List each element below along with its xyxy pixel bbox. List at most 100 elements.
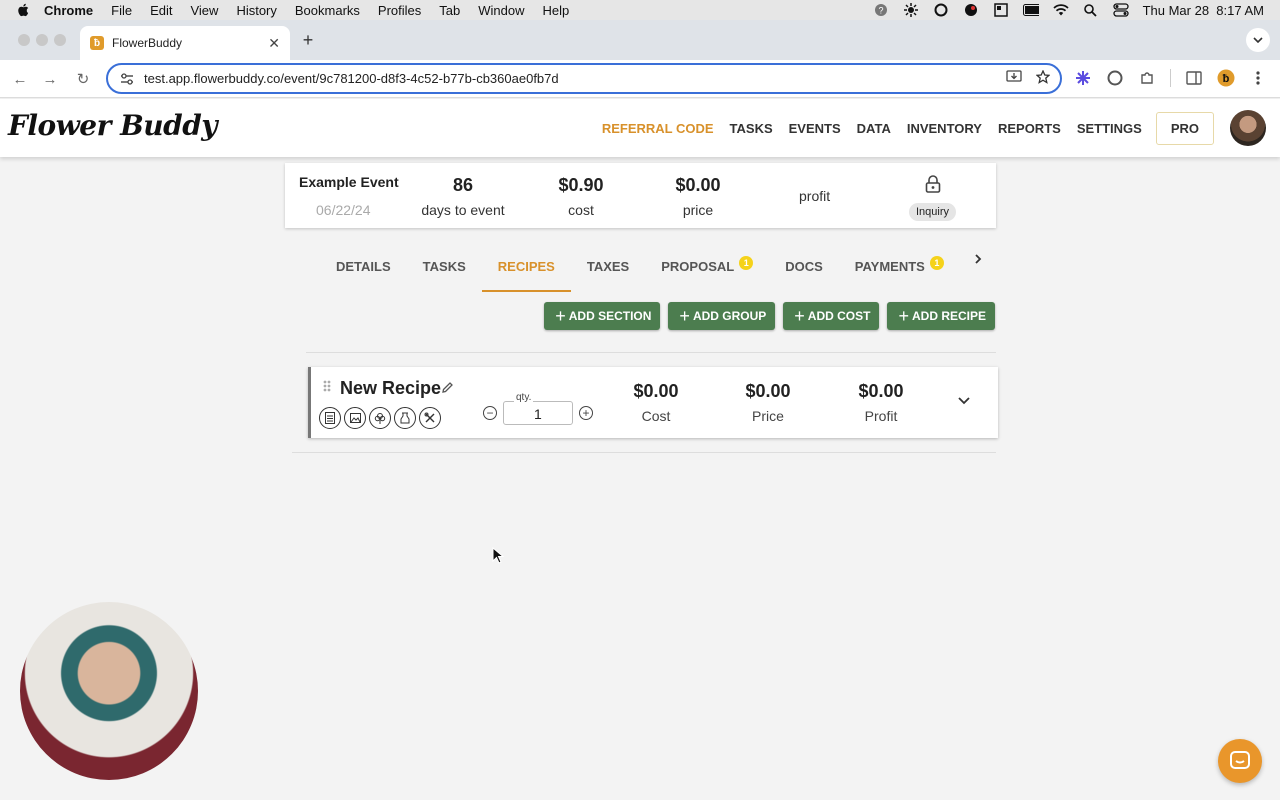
tabs-scroll-right-icon[interactable]: [970, 251, 986, 267]
apple-icon[interactable]: [16, 3, 30, 17]
plus-circle-icon[interactable]: +: [579, 406, 593, 420]
menu-bookmarks[interactable]: Bookmarks: [295, 3, 360, 18]
address-bar[interactable]: test.app.flowerbuddy.co/event/9c781200-d…: [106, 63, 1062, 94]
reload-icon[interactable]: ↻: [73, 69, 93, 89]
add-group-label: ADD GROUP: [692, 309, 767, 323]
nav-settings[interactable]: SETTINGS: [1077, 121, 1142, 136]
browser-toolbar: ← → ↻ test.app.flowerbuddy.co/event/9c78…: [0, 60, 1280, 98]
control-center-icon[interactable]: [1112, 3, 1129, 17]
webcam-overlay: [20, 602, 198, 780]
add-group-button[interactable]: + ADD GROUP: [668, 302, 776, 330]
tab-docs[interactable]: DOCS: [769, 240, 839, 292]
tab-details[interactable]: DETAILS: [320, 240, 407, 292]
nav-tasks[interactable]: TASKS: [730, 121, 773, 136]
svg-text:?: ?: [878, 6, 883, 16]
window-minimize-button[interactable]: [36, 34, 48, 46]
recipe-price-label: Price: [752, 408, 784, 424]
expand-chevron-icon[interactable]: [957, 393, 971, 411]
menu-tab[interactable]: Tab: [439, 3, 460, 18]
extensions-puzzle-icon[interactable]: [1138, 69, 1156, 87]
status-badge[interactable]: Inquiry: [909, 203, 957, 221]
battery-icon[interactable]: [1022, 3, 1039, 17]
tab-proposal[interactable]: PROPOSAL 1: [645, 240, 769, 292]
chrome-menu-kebab-icon[interactable]: [1249, 69, 1267, 87]
nav-referral-code[interactable]: REFERRAL CODE: [602, 121, 714, 136]
install-app-icon[interactable]: [1006, 70, 1022, 87]
window-close-button[interactable]: [18, 34, 30, 46]
payments-badge: 1: [929, 256, 944, 270]
tab-recipes[interactable]: RECIPES: [481, 240, 571, 292]
profile-icon[interactable]: ƀ: [1217, 69, 1235, 87]
bookmark-star-icon[interactable]: [1035, 69, 1051, 87]
recipe-profit-value: $0.00: [858, 381, 904, 401]
add-recipe-label: ADD RECIPE: [911, 309, 986, 323]
menu-file[interactable]: File: [111, 3, 132, 18]
tools-icon[interactable]: [419, 407, 441, 429]
tab-search-chevron-icon[interactable]: [1246, 28, 1270, 52]
flowerbuddy-logo[interactable]: Flower Buddy: [8, 109, 218, 142]
lock-icon[interactable]: [925, 175, 941, 198]
wifi-icon[interactable]: [1052, 3, 1069, 17]
side-panel-icon[interactable]: [1185, 69, 1203, 87]
add-section-button[interactable]: + ADD SECTION: [544, 302, 661, 330]
back-arrow-icon[interactable]: ←: [10, 69, 30, 89]
nav-data[interactable]: DATA: [857, 121, 891, 136]
add-recipe-button[interactable]: + ADD RECIPE: [887, 302, 995, 330]
vase-icon[interactable]: [394, 407, 416, 429]
tab-taxes[interactable]: TAXES: [571, 240, 645, 292]
browser-tab-flowerbuddy[interactable]: ƀ FlowerBuddy ✕: [80, 26, 290, 60]
help-circle-icon[interactable]: ?: [873, 3, 889, 17]
recipe-cost-stat: $0.00 Cost: [616, 381, 696, 424]
menu-view[interactable]: View: [190, 3, 218, 18]
event-summary-card: Example Event 06/22/24 86 days to event …: [285, 163, 996, 228]
sun-icon[interactable]: [903, 3, 919, 17]
tab-tasks[interactable]: TASKS: [407, 240, 482, 292]
days-value: 86: [452, 175, 474, 195]
pro-button[interactable]: PRO: [1155, 111, 1214, 145]
flower-icon[interactable]: [369, 407, 391, 429]
url-text[interactable]: test.app.flowerbuddy.co/event/9c781200-d…: [144, 71, 1006, 86]
nav-reports[interactable]: REPORTS: [998, 121, 1061, 136]
edit-pencil-icon[interactable]: [441, 381, 454, 399]
user-avatar[interactable]: [1230, 110, 1266, 146]
new-tab-icon[interactable]: +: [298, 30, 318, 50]
nav-inventory[interactable]: INVENTORY: [907, 121, 982, 136]
support-chat-icon[interactable]: [1218, 739, 1262, 783]
quantity-value[interactable]: 1: [534, 406, 542, 422]
minus-circle-icon[interactable]: −: [483, 406, 497, 420]
recipe-tool-icons: [319, 407, 441, 429]
menu-app-name[interactable]: Chrome: [44, 3, 93, 18]
window-grid-icon[interactable]: [993, 3, 1009, 17]
window-zoom-button[interactable]: [54, 34, 66, 46]
macos-menubar: Chrome File Edit View History Bookmarks …: [0, 0, 1280, 20]
extension-grammarly-icon[interactable]: [1106, 69, 1124, 87]
quantity-input[interactable]: qty. 1: [503, 392, 573, 425]
drag-handle-icon[interactable]: [323, 379, 331, 397]
menu-edit[interactable]: Edit: [150, 3, 172, 18]
record-icon[interactable]: [963, 3, 979, 17]
nav-events[interactable]: EVENTS: [789, 121, 841, 136]
recipe-name[interactable]: New Recipe: [340, 378, 441, 399]
image-icon[interactable]: [344, 407, 366, 429]
grammarly-icon[interactable]: [933, 3, 949, 17]
event-cost-value: $0.90: [558, 175, 604, 195]
notes-icon[interactable]: [319, 407, 341, 429]
extension-sparkle-icon[interactable]: [1074, 69, 1092, 87]
recipe-profit-label: Profit: [864, 408, 898, 424]
event-name[interactable]: Example Event: [299, 174, 399, 190]
recipe-profit-stat: $0.00 Profit: [841, 381, 921, 424]
forward-arrow-icon[interactable]: →: [40, 69, 60, 89]
tab-payments[interactable]: PAYMENTS 1: [839, 240, 960, 292]
price-stat: $0.00 price: [658, 175, 738, 218]
add-cost-button[interactable]: + ADD COST: [783, 302, 880, 330]
site-settings-icon[interactable]: [120, 72, 136, 85]
tab-close-icon[interactable]: ✕: [268, 35, 280, 52]
menu-profiles[interactable]: Profiles: [378, 3, 421, 18]
spotlight-search-icon[interactable]: [1083, 3, 1099, 17]
event-price-label: price: [682, 202, 714, 218]
menu-window[interactable]: Window: [478, 3, 524, 18]
event-cost-label: cost: [568, 202, 594, 218]
menu-history[interactable]: History: [236, 3, 276, 18]
menubar-clock[interactable]: Thu Mar 28 8:17 AM: [1143, 3, 1264, 18]
menu-help[interactable]: Help: [543, 3, 570, 18]
